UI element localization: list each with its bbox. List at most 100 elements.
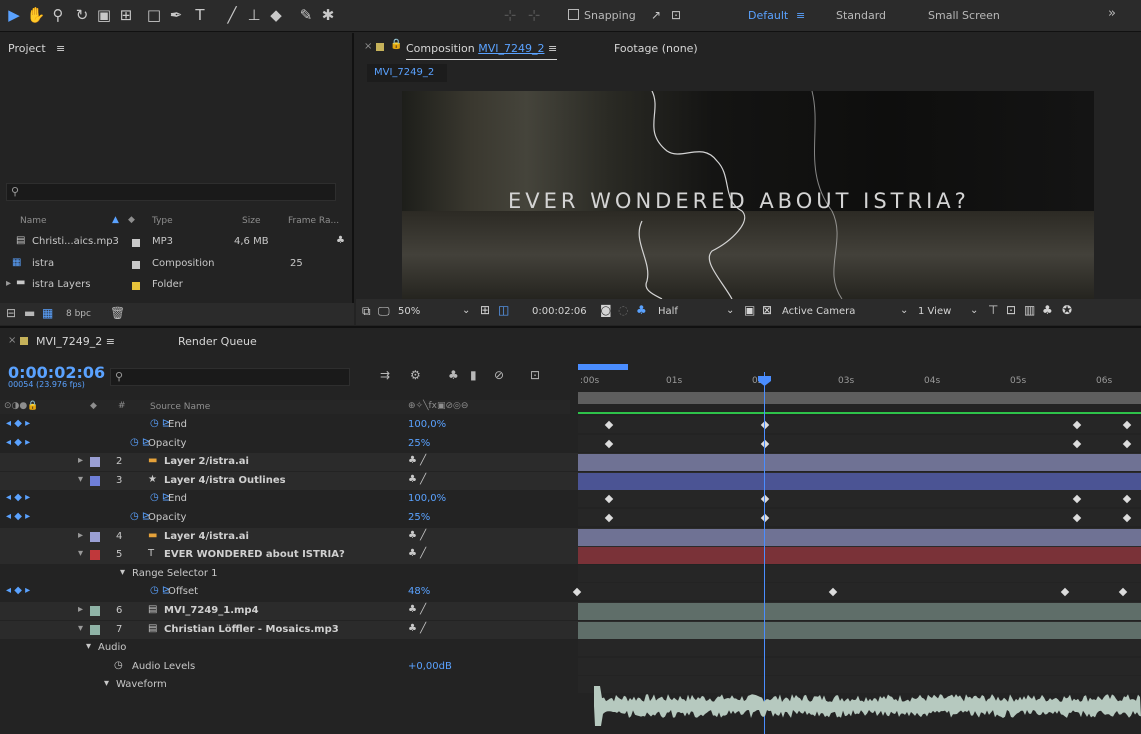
type-tool-icon[interactable]: T — [190, 5, 210, 25]
comp-mini-flowchart-icon[interactable]: ⇉ — [380, 368, 390, 382]
expand-arrow-icon[interactable]: ▾ — [120, 567, 125, 578]
property-row[interactable]: ◂ ◆ ▸ ◷ ⊵ Offset 48% — [0, 583, 1141, 601]
layer-row[interactable]: ▸ 4 ▬ Layer 4/istra.ai ♣ ╱ — [0, 527, 1141, 546]
layer-duration-bar[interactable] — [578, 454, 1141, 472]
snapshot-camera-icon[interactable]: ◙ — [600, 303, 612, 317]
property-row[interactable]: ◷ Audio Levels +0,00dB — [0, 657, 1141, 676]
fast-preview-icon[interactable]: ⊡ — [1006, 303, 1016, 317]
toggle-pixel-aspect-icon[interactable]: ⊤ — [988, 303, 998, 317]
layer-name[interactable]: EVER WONDERED about ISTRIA? — [164, 549, 345, 560]
layer-label-swatch[interactable] — [90, 550, 100, 561]
layer-name[interactable]: Layer 4/istra.ai — [164, 531, 249, 542]
layer-label-swatch[interactable] — [90, 457, 100, 468]
eraser-tool-icon[interactable]: ◆ — [266, 5, 286, 25]
view-layout-select[interactable]: 1 View — [918, 306, 951, 317]
pen-tool-icon[interactable]: ✒ — [166, 5, 186, 25]
property-track[interactable] — [578, 434, 1141, 452]
property-track[interactable] — [578, 583, 1141, 601]
bit-depth-button[interactable]: 8 bpc — [66, 309, 91, 319]
source-name-column[interactable]: Source Name — [150, 402, 210, 412]
layer-duration-bar[interactable] — [578, 621, 1141, 639]
property-row[interactable]: ◂ ◆ ▸ ◷ ⊵ End 100,0% — [0, 416, 1141, 434]
draft-3d-icon[interactable]: ⚙ — [410, 368, 421, 382]
layer-name[interactable]: MVI_7249_1.mp4 — [164, 605, 259, 616]
layer-row[interactable]: ▾ 5 T EVER WONDERED about ISTRIA? ♣ ╱ — [0, 546, 1141, 565]
stopwatch-icon[interactable]: ◷ — [114, 660, 123, 671]
layer-switches[interactable]: ♣ ╱ — [408, 474, 426, 485]
expand-arrow-icon[interactable]: ▾ — [78, 623, 83, 634]
property-value[interactable]: 25% — [408, 512, 430, 523]
snap-options-icon[interactable]: ↗ — [646, 5, 666, 25]
column-frame-rate[interactable]: Frame Ra... — [288, 216, 339, 226]
project-item[interactable]: ▸ ▬ istra Layers Folder — [6, 277, 346, 294]
chevron-down-icon[interactable]: ⌄ — [970, 305, 978, 316]
property-value[interactable]: 100,0% — [408, 493, 446, 504]
expand-arrow-icon[interactable]: ▾ — [78, 548, 83, 559]
property-row[interactable]: ◂ ◆ ▸ ◷ ⊵ Opacity 25% — [0, 434, 1141, 453]
workspace-small-screen[interactable]: Small Screen — [928, 9, 1000, 22]
property-track[interactable] — [578, 657, 1141, 675]
layer-duration-bar[interactable] — [578, 472, 1141, 490]
work-area-bar[interactable] — [578, 392, 1141, 404]
lock-icon[interactable]: 🔒 — [390, 39, 402, 50]
render-queue-tab[interactable]: Render Queue — [178, 335, 257, 348]
reset-exposure-icon[interactable]: ✪ — [1062, 303, 1072, 317]
layer-row[interactable]: ▸ 6 ▤ MVI_7249_1.mp4 ♣ ╱ — [0, 602, 1141, 620]
camera-view-select[interactable]: Active Camera — [782, 306, 855, 317]
close-tab-icon[interactable]: × — [364, 41, 372, 52]
property-track[interactable] — [578, 639, 1141, 657]
composition-viewer[interactable]: EVER WONDERED ABOUT ISTRIA? — [402, 91, 1094, 299]
flowchart-icon[interactable]: ♣ — [1042, 303, 1053, 317]
camera-tool-icon[interactable]: ▣ — [94, 5, 114, 25]
workspace-menu-icon[interactable]: ≡ — [796, 9, 805, 22]
expand-arrow-icon[interactable]: ▸ — [6, 278, 11, 289]
property-track[interactable] — [578, 564, 1141, 582]
chevron-down-icon[interactable]: ⌄ — [726, 305, 734, 316]
frame-blending-icon[interactable]: ▮ — [470, 368, 477, 382]
layer-name[interactable]: Christian Löffler - Mosaics.mp3 — [164, 624, 339, 635]
selection-tool-icon[interactable]: ▶ — [4, 5, 24, 25]
expand-arrow-icon[interactable]: ▾ — [104, 678, 109, 689]
layer-duration-bar[interactable] — [578, 547, 1141, 565]
current-time-display[interactable]: 0:00:02:06 — [532, 306, 587, 317]
switches-column[interactable]: ⊕✧╲fx▣⊘◎⊖ — [408, 401, 468, 411]
layer-switches[interactable]: ♣ ╱ — [408, 548, 426, 559]
column-size[interactable]: Size — [242, 216, 260, 226]
puppet-pin-tool-icon[interactable]: ✱ — [318, 5, 338, 25]
layer-name[interactable]: Layer 4/istra Outlines — [164, 475, 286, 486]
composition-breadcrumb[interactable]: MVI_7249_2 — [367, 64, 447, 82]
layer-label-swatch[interactable] — [90, 475, 100, 486]
column-type[interactable]: Type — [152, 216, 173, 226]
expand-arrow-icon[interactable]: ▸ — [78, 530, 83, 541]
work-area-navigator[interactable] — [578, 364, 628, 370]
trash-icon[interactable]: 🗑 — [110, 306, 125, 320]
time-ruler[interactable]: :00s01s02s03s04s05s06s — [570, 362, 1141, 392]
axis-local-icon[interactable]: ⊹ — [500, 5, 520, 25]
layer-switches[interactable]: ♣ ╱ — [408, 623, 426, 634]
project-menu-icon[interactable]: ≡ — [56, 42, 65, 55]
snap-target-icon[interactable]: ⊡ — [666, 5, 686, 25]
av-features-icon[interactable]: ⊙◑●🔒 — [4, 401, 38, 411]
project-item[interactable]: ▤ Christi...aics.mp3 MP3 4,6 MB ♣ — [6, 234, 346, 251]
project-search-input[interactable]: ⚲ — [6, 183, 336, 201]
property-value[interactable]: 25% — [408, 438, 430, 449]
expand-arrow-icon[interactable]: ▸ — [78, 604, 83, 615]
mask-visibility-icon[interactable]: ◫ — [498, 303, 509, 317]
rectangle-tool-icon[interactable]: □ — [144, 5, 164, 25]
property-value[interactable]: 48% — [408, 586, 430, 597]
expand-arrow-icon[interactable]: ▾ — [78, 474, 83, 485]
new-folder-icon[interactable]: ▬ — [24, 306, 35, 320]
zoom-tool-icon[interactable]: ⚲ — [48, 5, 68, 25]
chevron-down-icon[interactable]: ⌄ — [462, 305, 470, 316]
hand-tool-icon[interactable]: ✋ — [26, 5, 46, 25]
keyframe-navigator[interactable]: ◂ ◆ ▸ — [6, 437, 30, 448]
property-track[interactable] — [578, 416, 1141, 433]
layer-switches[interactable]: ♣ ╱ — [408, 604, 426, 615]
rotate-tool-icon[interactable]: ↻ — [72, 5, 92, 25]
timeline-search-input[interactable]: ⚲ — [110, 368, 350, 386]
column-name[interactable]: Name — [20, 216, 47, 226]
sort-ascending-icon[interactable]: ▲ — [112, 215, 119, 225]
layer-switches[interactable]: ♣ ╱ — [408, 530, 426, 541]
shy-layers-icon[interactable]: ♣ — [448, 368, 459, 382]
clone-stamp-tool-icon[interactable]: ⊥ — [244, 5, 264, 25]
